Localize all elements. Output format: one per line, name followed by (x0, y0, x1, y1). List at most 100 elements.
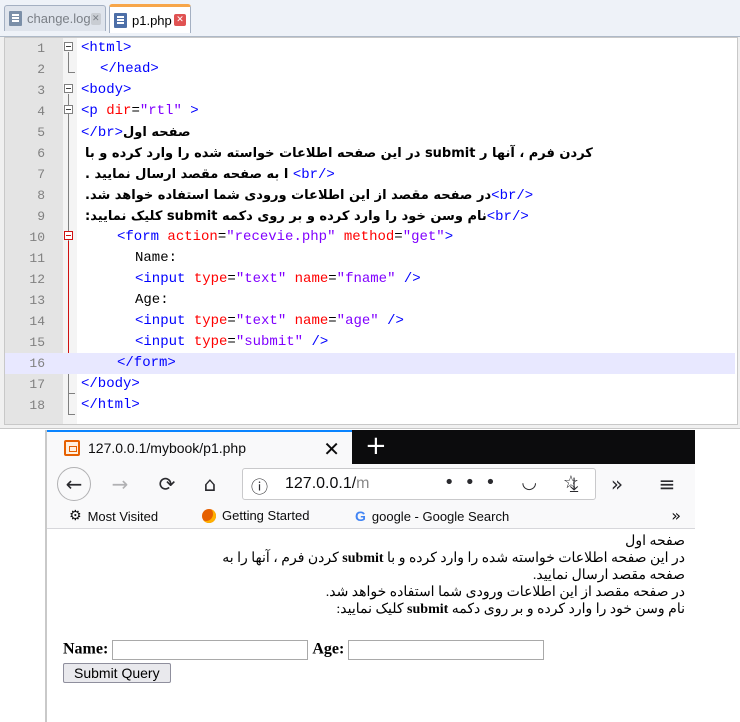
page-text-line: صفحه اول (625, 534, 685, 549)
code-text: :کلیک نمایید submit نام وسن خود را وارد … (85, 209, 529, 225)
code-text: <input type="text" name="age" /> (135, 313, 404, 329)
code-line: 17 </body> (5, 374, 735, 395)
line-number: 12 (29, 272, 45, 287)
hamburger-menu-icon[interactable]: ≡ (652, 469, 682, 499)
code-area[interactable]: 1 <html> 2 </head> 3 <body> 4 <p dir="rt… (4, 37, 738, 425)
file-icon (114, 12, 127, 28)
code-line: 14 <input type="text" name="age" /> (5, 311, 735, 332)
bookmark-getting-started[interactable]: Getting Started (202, 508, 309, 523)
code-line: 4 <p dir="rtl" > (5, 101, 735, 122)
code-text: </form> (117, 355, 176, 371)
age-input[interactable] (348, 640, 545, 660)
line-number: 16 (29, 356, 45, 371)
code-line: 3 <body> (5, 80, 735, 101)
fold-toggle-icon[interactable] (64, 42, 73, 51)
code-text: </head> (100, 61, 159, 77)
submit-query-button[interactable]: Submit Query (63, 663, 171, 683)
line-number: 14 (29, 314, 45, 329)
line-number: 18 (29, 398, 45, 413)
code-line: 8 .در صفحه مقصد از این اطلاعات ورودی شما… (5, 185, 735, 206)
bookmarks-toolbar: ⚙ Most Visited Getting Started G google … (47, 504, 695, 529)
navigation-toolbar: ← → ⟳ ⌂ ⓘ 127.0.0.1/m ••• ◡ ☆ ⤓ » ≡ (47, 464, 695, 504)
url-bar[interactable]: ⓘ 127.0.0.1/m ••• ◡ ☆ (242, 468, 596, 500)
page-content: صفحه اول در این صفحه اطلاعات خواسته شده … (47, 529, 695, 722)
line-number: 5 (37, 125, 45, 140)
line-number: 2 (37, 62, 45, 77)
line-number: 9 (37, 209, 45, 224)
close-icon[interactable]: ✕ (174, 14, 186, 26)
line-number: 13 (29, 293, 45, 308)
code-text: Age: (135, 292, 169, 308)
bookmark-google-search[interactable]: G google - Google Search (355, 508, 509, 524)
bookmarks-more-icon[interactable]: » (671, 506, 681, 525)
bookmark-label: Most Visited (87, 508, 159, 524)
code-text: .در صفحه مقصد از این اطلاعات ورودی شما ا… (85, 188, 534, 204)
browser-tab-active[interactable]: 127.0.0.1/mybook/p1.php ✕ (47, 430, 352, 464)
code-line: 11 Name: (5, 248, 735, 269)
code-editor-window: change.log ✕ p1.php ✕ 1 <html> 2 </head> (0, 0, 740, 429)
info-icon[interactable]: ⓘ (251, 473, 268, 498)
name-input[interactable] (112, 640, 309, 660)
code-text: <input type="text" name="fname" /> (135, 271, 421, 287)
code-line: 9 :کلیک نمایید submit نام وسن خود را وار… (5, 206, 735, 227)
browser-tab-bar: 127.0.0.1/mybook/p1.php ✕ + (47, 430, 695, 464)
tab-label: change.log (27, 11, 91, 26)
code-text: <input type="submit" /> (135, 334, 329, 350)
code-text: <body> (81, 82, 132, 98)
xampp-favicon-icon (64, 440, 80, 456)
name-label: Name: (63, 640, 109, 658)
overflow-chevron-icon[interactable]: » (602, 469, 632, 499)
fold-toggle-icon[interactable] (64, 84, 73, 93)
code-text: </body> (81, 376, 140, 392)
code-line: 15 <input type="submit" /> (5, 332, 735, 353)
line-number: 7 (37, 167, 45, 182)
page-text-line: در این صفحه اطلاعات خواسته شده را وارد ک… (222, 551, 685, 566)
url-text[interactable]: 127.0.0.1/m (285, 475, 393, 493)
code-line: 12 <input type="text" name="fname" /> (5, 269, 735, 290)
code-text: Name: (135, 250, 178, 266)
code-line: 6 کردن فرم ، آنها ر submit در این صفحه ا… (5, 143, 735, 164)
forward-icon[interactable]: → (105, 469, 135, 499)
back-icon[interactable]: ← (57, 467, 91, 501)
code-text: <form action="recevie.php" method="get"> (117, 229, 454, 245)
line-number: 11 (29, 251, 45, 266)
reload-icon[interactable]: ⟳ (152, 469, 182, 499)
bookmark-most-visited[interactable]: ⚙ Most Visited (69, 508, 158, 524)
code-line: 1 <html> (5, 38, 735, 59)
code-line: 18 </html> (5, 395, 735, 416)
google-icon: G (355, 508, 366, 524)
file-icon (9, 11, 22, 26)
page-text-line: نام وسن خود را وارد کرده و بر روی دکمه s… (336, 602, 685, 617)
line-number: 6 (37, 146, 45, 161)
gear-icon: ⚙ (69, 508, 82, 524)
download-icon[interactable]: ⤓ (559, 469, 589, 499)
browser-tab-title: 127.0.0.1/mybook/p1.php (88, 440, 247, 456)
bookmark-label: Getting Started (222, 508, 310, 523)
tab-change-log[interactable]: change.log ✕ (4, 5, 106, 31)
line-number: 10 (29, 230, 45, 245)
line-number: 8 (37, 188, 45, 203)
browser-window: 127.0.0.1/mybook/p1.php ✕ + ← → ⟳ ⌂ ⓘ 12… (47, 430, 695, 722)
fold-toggle-icon[interactable] (64, 231, 73, 240)
fold-toggle-icon[interactable] (64, 105, 73, 114)
home-icon[interactable]: ⌂ (195, 469, 225, 499)
tab-label: p1.php (132, 12, 172, 28)
code-text: <p dir="rtl" > (81, 103, 199, 119)
editor-tab-bar: change.log ✕ p1.php ✕ (0, 0, 740, 37)
bookmark-label: google - Google Search (371, 508, 510, 524)
line-number: 4 (37, 104, 45, 119)
code-text: کردن فرم ، آنها ر submit در این صفحه اطل… (85, 146, 593, 161)
close-icon[interactable]: ✕ (323, 437, 340, 461)
line-number: 15 (29, 335, 45, 350)
code-line: 7 . ا به صفحه مقصد ارسال نمایید <br/> (5, 164, 735, 185)
tab-p1-php[interactable]: p1.php ✕ (109, 4, 191, 33)
code-text: </html> (81, 397, 140, 413)
code-text: . ا به صفحه مقصد ارسال نمایید <br/> (85, 167, 335, 183)
line-number: 17 (29, 377, 45, 392)
line-number: 3 (37, 83, 45, 98)
new-tab-icon[interactable]: + (365, 431, 387, 461)
close-icon[interactable]: ✕ (90, 12, 101, 25)
firefox-icon (202, 508, 216, 523)
code-line: 10 <form action="recevie.php" method="ge… (5, 227, 735, 248)
page-text-line: در صفحه مقصد از این اطلاعات ورودی شما اس… (325, 585, 685, 600)
